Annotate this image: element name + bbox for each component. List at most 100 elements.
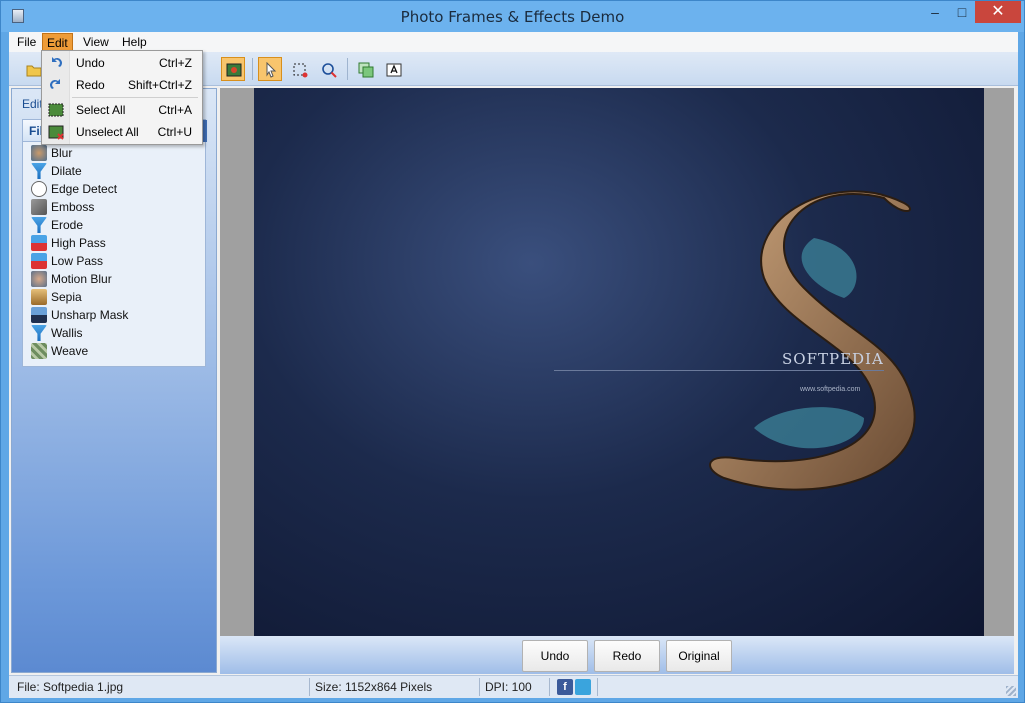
- unselect-all-icon: [48, 125, 64, 140]
- menu-item-label: Unselect All: [76, 125, 139, 139]
- maximize-button[interactable]: □: [949, 1, 975, 23]
- menu-item-select-all[interactable]: Select All Ctrl+A: [42, 99, 202, 121]
- island-image: [709, 190, 916, 491]
- filter-label: Blur: [51, 146, 73, 160]
- blur-icon: [31, 145, 47, 161]
- filter-item-dilate[interactable]: Dilate: [25, 162, 207, 180]
- effects-panel: Edit Fil Blur Dilate Edge Detect Emboss …: [11, 88, 217, 673]
- filters-group: Fil Blur Dilate Edge Detect Emboss Erode…: [22, 119, 207, 367]
- watermark-text: SOFTPEDIA: [782, 350, 884, 368]
- menu-item-shortcut: Ctrl+U: [157, 125, 192, 139]
- client-area: File Edit View Help Edit Fil Blur Dilate…: [9, 32, 1018, 698]
- minimize-button[interactable]: –: [921, 1, 949, 23]
- menu-view[interactable]: View: [79, 33, 113, 51]
- watermark-lines: [554, 370, 884, 371]
- high-pass-icon: [31, 235, 47, 251]
- original-button[interactable]: Original: [666, 640, 732, 672]
- menu-item-label: Redo: [76, 78, 105, 92]
- redo-button[interactable]: Redo: [594, 640, 660, 672]
- filter-item-emboss[interactable]: Emboss: [25, 198, 207, 216]
- motion-blur-icon: [31, 271, 47, 287]
- photo-canvas[interactable]: SOFTPEDIA www.softpedia.com: [254, 88, 984, 636]
- resize-grip[interactable]: [1006, 686, 1016, 696]
- menu-bar: File Edit View Help: [9, 32, 1018, 52]
- filter-label: Unsharp Mask: [51, 308, 129, 322]
- weave-icon: [31, 343, 47, 359]
- filter-item-unsharp-mask[interactable]: Unsharp Mask: [25, 306, 207, 324]
- marquee-select-icon: [293, 63, 308, 78]
- facebook-icon[interactable]: f: [557, 679, 573, 695]
- menu-item-shortcut: Ctrl+A: [158, 103, 192, 117]
- title-bar: Photo Frames & Effects Demo – □ ✕: [1, 1, 1024, 32]
- menu-help[interactable]: Help: [118, 33, 151, 51]
- image-icon: [226, 63, 242, 77]
- filter-label: High Pass: [51, 236, 106, 250]
- menu-separator: [72, 97, 198, 98]
- status-divider: [309, 678, 310, 696]
- toolbar-separator: [347, 58, 348, 80]
- status-divider: [479, 678, 480, 696]
- filter-item-erode[interactable]: Erode: [25, 216, 207, 234]
- filter-label: Low Pass: [51, 254, 104, 268]
- filter-label: Motion Blur: [51, 272, 112, 286]
- menu-item-label: Select All: [76, 103, 126, 117]
- image-viewer: SOFTPEDIA www.softpedia.com: [220, 88, 1014, 636]
- twitter-icon[interactable]: [575, 679, 591, 695]
- filter-item-wallis[interactable]: Wallis: [25, 324, 207, 342]
- status-size: Size: 1152x864 Pixels: [315, 680, 433, 694]
- window-title: Photo Frames & Effects Demo: [400, 8, 625, 26]
- close-button[interactable]: ✕: [975, 1, 1021, 23]
- sepia-icon: [31, 289, 47, 305]
- filter-label: Edge Detect: [51, 182, 118, 196]
- undo-button[interactable]: Undo: [522, 640, 588, 672]
- filter-label: Emboss: [51, 200, 95, 214]
- edge-detect-icon: [31, 181, 47, 197]
- pointer-tool-button[interactable]: [258, 57, 282, 81]
- filter-item-sepia[interactable]: Sepia: [25, 288, 207, 306]
- text-tool-button[interactable]: [381, 57, 405, 81]
- menu-item-shortcut: Shift+Ctrl+Z: [127, 78, 192, 92]
- menu-item-unselect-all[interactable]: Unselect All Ctrl+U: [42, 121, 202, 143]
- funnel-icon: [31, 163, 47, 179]
- filter-item-motion-blur[interactable]: Motion Blur: [25, 270, 207, 288]
- filter-item-edge-detect[interactable]: Edge Detect: [25, 180, 207, 198]
- image-mode-button[interactable]: [221, 57, 245, 81]
- filter-label: Weave: [51, 344, 89, 358]
- undo-icon: [52, 57, 62, 67]
- app-window: Photo Frames & Effects Demo – □ ✕ File E…: [0, 0, 1025, 703]
- menu-file[interactable]: File: [13, 33, 40, 51]
- filter-label: Sepia: [51, 290, 82, 304]
- low-pass-icon: [31, 253, 47, 269]
- panel-title: Edit: [22, 97, 43, 111]
- menu-edit[interactable]: Edit: [42, 33, 73, 51]
- filter-item-blur[interactable]: Blur: [25, 144, 207, 162]
- redo-icon: [50, 79, 60, 89]
- pointer-icon: [266, 62, 277, 78]
- status-divider: [597, 678, 598, 696]
- funnel-icon: [31, 325, 47, 341]
- frames-button[interactable]: [353, 57, 377, 81]
- funnel-icon: [31, 217, 47, 233]
- edit-menu-dropdown: Undo Ctrl+Z Redo Shift+Ctrl+Z Select All…: [41, 50, 203, 145]
- filter-label: Erode: [51, 218, 84, 232]
- open-folder-icon: [26, 65, 42, 77]
- filter-item-weave[interactable]: Weave: [25, 342, 207, 360]
- text-icon: [386, 63, 402, 77]
- selection-tool-button[interactable]: [287, 57, 311, 81]
- status-bar: File: Softpedia 1.jpg Size: 1152x864 Pix…: [9, 675, 1018, 698]
- menu-item-undo[interactable]: Undo Ctrl+Z: [42, 52, 202, 74]
- zoom-tool-button[interactable]: [316, 57, 340, 81]
- select-all-icon: [48, 103, 64, 117]
- emboss-icon: [31, 199, 47, 215]
- watermark-url: www.softpedia.com: [800, 386, 861, 393]
- frames-icon: [358, 62, 374, 78]
- menu-item-label: Undo: [76, 56, 105, 70]
- menu-item-redo[interactable]: Redo Shift+Ctrl+Z: [42, 74, 202, 96]
- status-dpi: DPI: 100: [485, 680, 532, 694]
- filter-item-low-pass[interactable]: Low Pass: [25, 252, 207, 270]
- filters-list: Blur Dilate Edge Detect Emboss Erode Hig…: [25, 144, 207, 360]
- status-divider: [549, 678, 550, 696]
- menu-item-shortcut: Ctrl+Z: [159, 56, 192, 70]
- zoom-icon: [322, 63, 337, 78]
- filter-item-high-pass[interactable]: High Pass: [25, 234, 207, 252]
